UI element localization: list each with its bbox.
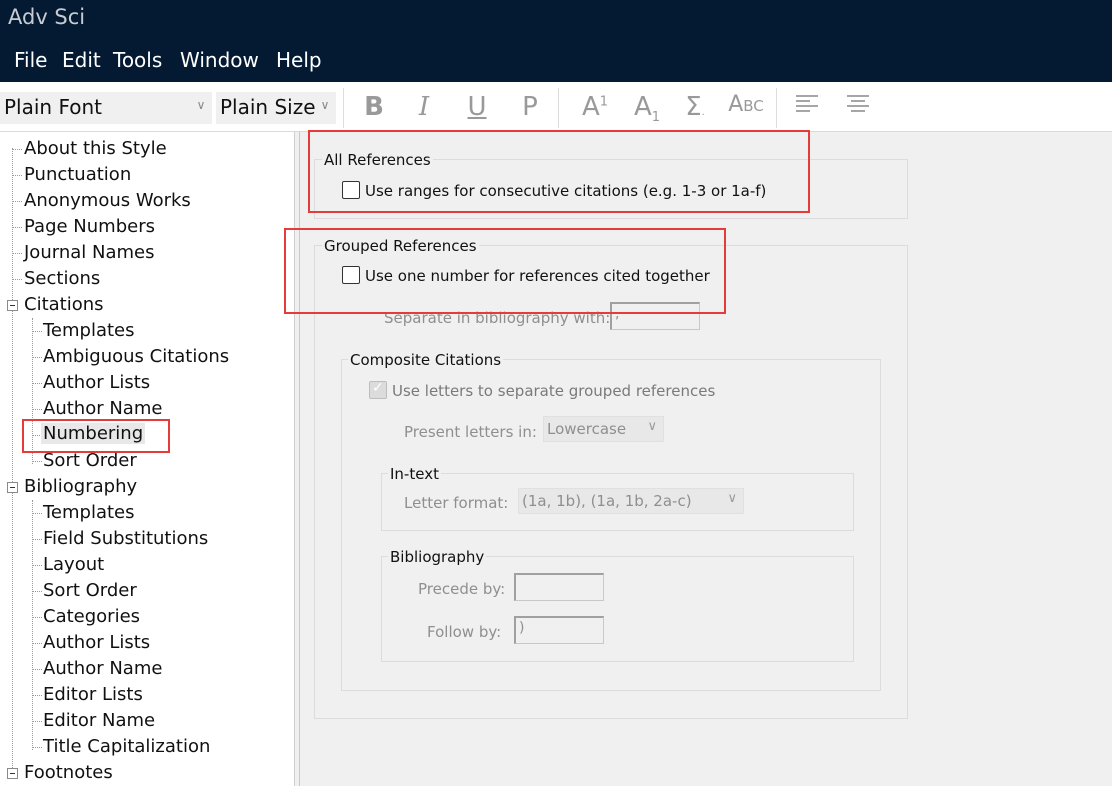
tree-item-field-substitutions[interactable]: Field Substitutions <box>43 528 208 549</box>
letter-format-dropdown[interactable]: (1a, 1b), (1a, 1b, 2a-c) ∨ <box>518 488 744 514</box>
tree-item-citations[interactable]: Citations <box>24 294 104 315</box>
tree-item-editor-name[interactable]: Editor Name <box>43 710 155 731</box>
toolbar-divider <box>343 88 344 128</box>
tree-item-citations-templates[interactable]: Templates <box>43 320 135 341</box>
plain-text-icon[interactable]: P <box>517 92 543 124</box>
size-combo-value: Plain Size <box>220 95 316 119</box>
follow-by-label: Follow by: <box>427 623 502 641</box>
tree-item-layout[interactable]: Layout <box>43 554 104 575</box>
tree-item-page-numbers[interactable]: Page Numbers <box>24 216 155 237</box>
symbol-icon[interactable]: Σ. <box>680 92 710 124</box>
tree-item-journal-names[interactable]: Journal Names <box>24 242 154 263</box>
follow-by-field[interactable]: ) <box>514 616 604 644</box>
menu-help[interactable]: Help <box>276 48 322 72</box>
tree-connector <box>12 148 13 774</box>
tree-item-citations-sort-order[interactable]: Sort Order <box>43 450 137 471</box>
use-letters-label[interactable]: Use letters to separate grouped referenc… <box>392 382 715 400</box>
bibliography-options-group <box>381 556 854 662</box>
menu-window[interactable]: Window <box>180 48 259 72</box>
underline-icon[interactable]: U <box>464 92 490 124</box>
tree-connector <box>32 500 33 750</box>
tree-item-title-capitalization[interactable]: Title Capitalization <box>43 736 210 757</box>
tree-item-citations-author-lists[interactable]: Author Lists <box>43 372 150 393</box>
toolbar-divider <box>558 88 559 128</box>
window-title: Adv Sci <box>0 0 1112 38</box>
highlight-box-grouped-references <box>284 228 726 314</box>
italic-icon[interactable]: I <box>412 92 436 124</box>
tree-item-categories[interactable]: Categories <box>43 606 140 627</box>
present-letters-label: Present letters in: <box>404 423 537 441</box>
bold-icon[interactable]: B <box>360 92 388 124</box>
chevron-down-icon: ∨ <box>727 491 737 506</box>
highlight-box-all-references <box>308 130 810 213</box>
numbering-settings-panel: All References Use ranges for consecutiv… <box>284 130 1112 786</box>
tree-item-bibliography[interactable]: Bibliography <box>24 476 137 497</box>
font-combo-value: Plain Font <box>4 95 103 119</box>
chevron-down-icon: ∨ <box>196 98 206 112</box>
letter-format-label: Letter format: <box>404 494 509 512</box>
precede-by-label: Precede by: <box>418 580 506 598</box>
menu-tools[interactable]: Tools <box>113 48 162 72</box>
menu-edit[interactable]: Edit <box>62 48 101 72</box>
collapse-icon[interactable] <box>7 768 18 779</box>
menu-bar: File Edit Tools Window Help <box>0 38 1112 82</box>
present-letters-value: Lowercase <box>547 420 627 438</box>
format-toolbar: Plain Font ∨ Plain Size ∨ B I U P A1 A1 … <box>0 82 1112 132</box>
use-letters-checkbox[interactable] <box>369 380 387 399</box>
style-tree[interactable]: About this Style Punctuation Anonymous W… <box>0 132 295 786</box>
align-center-icon[interactable] <box>845 92 871 124</box>
tree-item-citations-author-name[interactable]: Author Name <box>43 398 162 419</box>
precede-by-field[interactable] <box>514 573 604 601</box>
letter-format-value: (1a, 1b), (1a, 1b, 2a-c) <box>522 492 692 510</box>
font-combo[interactable]: Plain Font ∨ <box>0 92 212 124</box>
superscript-icon[interactable]: A1 <box>578 92 612 124</box>
tree-item-bibliography-templates[interactable]: Templates <box>43 502 135 523</box>
chevron-down-icon: ∨ <box>647 419 657 434</box>
chevron-down-icon: ∨ <box>320 98 330 112</box>
tree-item-bibliography-author-lists[interactable]: Author Lists <box>43 632 150 653</box>
collapse-icon[interactable] <box>7 300 18 311</box>
align-left-icon[interactable] <box>794 92 820 124</box>
tree-item-editor-lists[interactable]: Editor Lists <box>43 684 143 705</box>
tree-item-bibliography-author-name[interactable]: Author Name <box>43 658 162 679</box>
tree-item-footnotes[interactable]: Footnotes <box>24 762 113 783</box>
collapse-icon[interactable] <box>7 482 18 493</box>
highlight-box-numbering <box>22 419 170 453</box>
subscript-icon[interactable]: A1 <box>630 92 664 125</box>
tree-item-sections[interactable]: Sections <box>24 268 100 289</box>
small-caps-icon[interactable]: ABC <box>726 92 766 124</box>
size-combo[interactable]: Plain Size ∨ <box>216 92 336 124</box>
tree-item-bibliography-sort-order[interactable]: Sort Order <box>43 580 137 601</box>
menu-file[interactable]: File <box>14 48 47 72</box>
composite-citations-legend: Composite Citations <box>348 351 504 369</box>
toolbar-divider <box>776 88 777 128</box>
tree-item-ambiguous-citations[interactable]: Ambiguous Citations <box>43 346 229 367</box>
intext-legend: In-text <box>388 465 441 483</box>
present-letters-dropdown[interactable]: Lowercase ∨ <box>543 416 664 442</box>
bibliography-legend: Bibliography <box>388 548 487 566</box>
tree-item-punctuation[interactable]: Punctuation <box>24 164 131 185</box>
tree-item-about-this-style[interactable]: About this Style <box>24 138 167 159</box>
tree-item-anonymous-works[interactable]: Anonymous Works <box>24 190 191 211</box>
